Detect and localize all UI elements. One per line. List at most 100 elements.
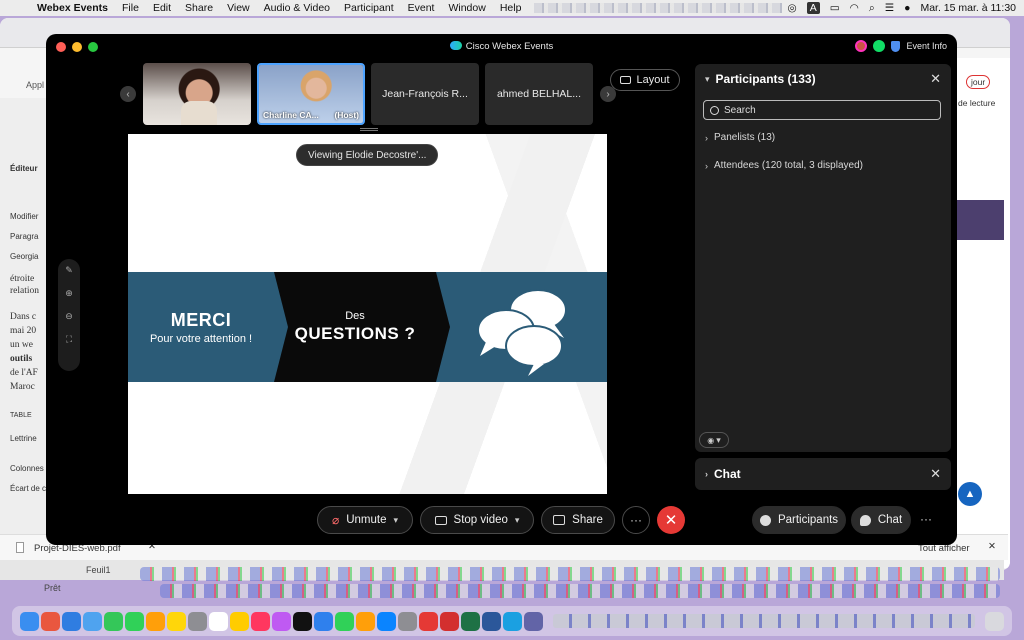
calendar-icon[interactable] [209,611,228,631]
menu-edit[interactable]: Edit [146,2,178,14]
layout-icon [620,76,632,84]
download-bar-close-icon[interactable]: ✕ [988,541,996,552]
thumbnail-caption: Charline CA... (Host) [263,110,359,120]
participants-header[interactable]: ▾ Participants (133) ✕ [705,71,941,87]
notes-icon[interactable] [230,611,249,631]
background-left-pane: Éditeur Modifier Paragra Georgia étroite… [0,98,50,538]
ghost-dock-strip [140,567,1000,581]
maps-icon[interactable] [146,611,165,631]
menu-audio-video[interactable]: Audio & Video [257,2,337,14]
teams-icon[interactable] [524,611,543,631]
window-title-text: Cisco Webex Events [465,41,554,52]
zoom-in-icon[interactable]: ⊕ [65,288,73,299]
share-label: Share [572,514,603,526]
layout-button[interactable]: Layout [610,69,680,91]
menu-view[interactable]: View [220,2,257,14]
participants-search-input[interactable]: Search [703,100,941,120]
mute-all-icon: ◉ [707,435,715,445]
input-source-icon[interactable]: A [806,2,820,14]
video-thumbnail[interactable] [143,63,251,125]
dock-minimized-windows[interactable] [553,614,975,628]
tv-icon[interactable] [293,611,312,631]
scroll-to-top-button[interactable]: ▲ [958,482,982,506]
title-badges: Event Info [855,40,947,52]
leave-meeting-button[interactable]: ✕ [657,506,685,534]
messages-icon[interactable] [125,611,144,631]
thumbnails-prev-button[interactable]: ‹ [120,86,136,102]
launchpad-icon[interactable] [41,611,60,631]
viewing-indicator[interactable]: Viewing Elodie Decostre'... [296,144,439,166]
facetime-icon[interactable] [104,611,123,631]
acrobat-icon[interactable] [440,611,459,631]
panelists-group[interactable]: › Panelists (13) [705,132,775,143]
siri-icon[interactable]: ● [904,2,910,14]
chat-panel-header[interactable]: › Chat ✕ [695,458,951,490]
chat-button[interactable]: Chat [851,506,911,534]
numbers-icon[interactable] [335,611,354,631]
app-store-icon[interactable] [377,611,396,631]
camera-icon [434,515,447,525]
chrome-icon[interactable] [419,611,438,631]
des-text: Des [345,310,365,322]
contacts-icon[interactable] [188,611,207,631]
annotate-icon[interactable]: ✎ [65,265,73,276]
attendees-group[interactable]: › Attendees (120 total, 3 displayed) [705,160,863,171]
network-health-icon[interactable] [873,40,886,52]
menu-file[interactable]: File [115,2,146,14]
overflow-menu-button[interactable]: ··· [920,512,932,526]
webex-logo-icon [449,41,462,50]
wifi-icon[interactable]: ◠ [850,2,859,14]
webex-icon[interactable] [503,611,522,631]
finder-icon[interactable] [20,611,39,631]
safari-icon[interactable] [62,611,81,631]
creative-cloud-icon[interactable]: ◎ [788,2,797,14]
photos-icon[interactable] [167,611,186,631]
close-chat-icon[interactable]: ✕ [930,466,941,482]
trash-icon[interactable] [985,611,1004,631]
keynote-icon[interactable] [314,611,333,631]
system-preferences-icon[interactable] [398,611,417,631]
stop-video-button[interactable]: Stop video ▾ [420,506,534,534]
video-thumbnail-host[interactable]: Charline CA... (Host) [257,63,365,125]
bg-label: un we [10,340,33,350]
menu-app-name[interactable]: Webex Events [30,2,115,14]
unmute-button[interactable]: ⌀ Unmute ▾ [317,506,413,534]
spotlight-search-icon[interactable]: ⌕ [869,2,875,15]
event-info-button[interactable]: Event Info [906,41,947,51]
name-thumbnail[interactable]: ahmed BELHAL... [485,63,593,125]
background-app-label: Appl [26,80,45,90]
chevron-right-icon: › [705,469,708,479]
control-center-icon[interactable]: ☰ [885,2,894,14]
music-icon[interactable] [251,611,270,631]
clock[interactable]: Mar. 15 mar. à 11:30 [920,2,1016,14]
share-button[interactable]: Share [541,506,615,534]
menu-event[interactable]: Event [401,2,442,14]
excel-icon[interactable] [461,611,480,631]
bg-label: Georgia [10,252,39,261]
menu-help[interactable]: Help [493,2,529,14]
battery-icon[interactable]: ▭ [830,2,840,14]
podcasts-icon[interactable] [272,611,291,631]
bg-label: Lettrine [10,434,37,443]
menu-share[interactable]: Share [178,2,220,14]
chevron-down-icon[interactable]: ▾ [393,515,398,526]
chevron-down-icon[interactable]: ▾ [515,515,520,526]
mail-icon[interactable] [83,611,102,631]
participant-options-button[interactable]: ◉ ▾ [699,432,729,448]
resize-grip[interactable] [360,128,378,131]
menu-window[interactable]: Window [441,2,492,14]
pages-icon[interactable] [356,611,375,631]
zoom-out-icon[interactable]: ⊖ [65,311,73,322]
more-options-button[interactable]: ··· [622,506,650,534]
participants-button[interactable]: Participants [752,506,846,534]
chat-icon [859,514,871,526]
word-icon[interactable] [482,611,501,631]
name-thumbnail[interactable]: Jean-François R... [371,63,479,125]
recording-icon[interactable] [855,40,868,52]
banner-arrow [274,272,288,382]
sheet-tab[interactable]: Feuil1 [86,565,111,575]
close-participants-icon[interactable]: ✕ [930,71,941,87]
fit-screen-icon[interactable]: ⛶ [66,334,72,345]
chevron-right-icon: › [705,160,708,171]
menu-participant[interactable]: Participant [337,2,401,14]
